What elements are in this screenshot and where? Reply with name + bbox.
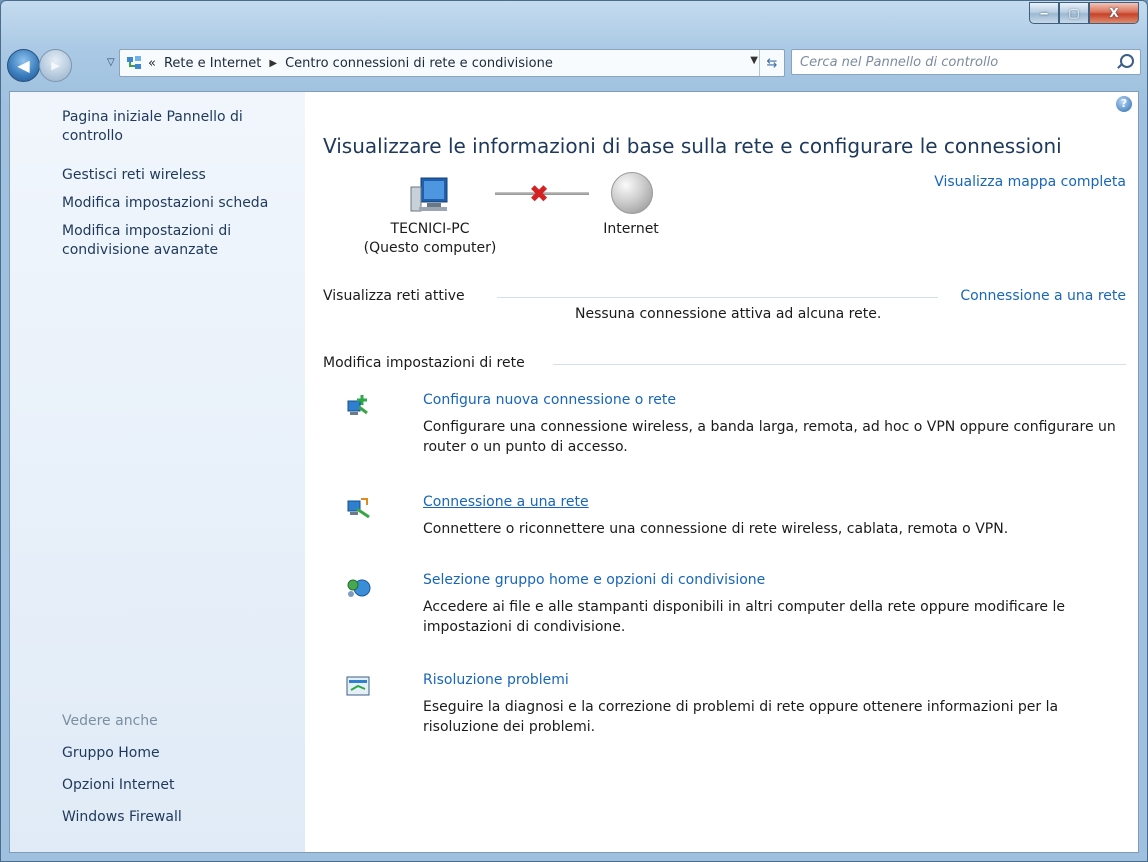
homegroup-sharing-description: Accedere ai file e alle stampanti dispon… <box>423 599 1065 635</box>
active-networks-heading: Visualizza reti attive <box>323 288 465 304</box>
connect-to-network-link[interactable]: Connessione a una rete <box>960 288 1126 304</box>
homegroup-sharing-link[interactable]: Selezione gruppo home e opzioni di condi… <box>423 572 765 588</box>
search-icon[interactable] <box>1120 54 1134 68</box>
minimize-icon: ‒ <box>1039 6 1049 20</box>
search-placeholder: Cerca nel Pannello di controllo <box>800 54 999 70</box>
sidebar: Pagina iniziale Pannello di controllo Ge… <box>10 92 305 852</box>
recent-pages-icon[interactable]: ▽ <box>107 57 115 68</box>
caption-buttons: ‒ ▢ X <box>1029 2 1139 24</box>
connect-network-description: Connettere o riconnettere una connession… <box>423 521 1009 537</box>
homegroup-icon <box>345 573 371 599</box>
sidebar-item-adapter-settings[interactable]: Modifica impostazioni scheda <box>62 194 292 213</box>
close-button[interactable]: X <box>1089 2 1139 24</box>
sidebar-home-link[interactable]: Pagina iniziale Pannello di controllo <box>62 108 292 146</box>
title-bar[interactable]: ‒ ▢ X <box>1 1 1147 43</box>
page-title: Visualizzare le informazioni di base sul… <box>323 134 1062 158</box>
search-input[interactable]: Cerca nel Pannello di controllo <box>791 49 1141 75</box>
computer-icon[interactable] <box>409 177 449 213</box>
forward-arrow-icon: ▶ <box>51 59 60 72</box>
breadcrumb-centro-connessioni[interactable]: Centro connessioni di rete e condivision… <box>285 56 553 71</box>
change-settings-divider <box>553 364 1126 365</box>
window: ‒ ▢ X ◀ ▶ ▽ « Rete e Internet ▶ Centro c… <box>0 0 1148 862</box>
minimize-button[interactable]: ‒ <box>1029 2 1059 24</box>
computer-node-label: TECNICI-PC (Questo computer) <box>355 220 505 258</box>
forward-button[interactable]: ▶ <box>39 49 72 82</box>
active-networks-divider <box>497 297 938 298</box>
computer-name: TECNICI-PC <box>390 221 470 237</box>
main-panel: ? Visualizzare le informazioni di base s… <box>305 92 1138 852</box>
address-row: ◀ ▶ ▽ « Rete e Internet ▶ Centro conness… <box>1 43 1147 91</box>
breadcrumb-rete-internet[interactable]: Rete e Internet <box>164 56 261 71</box>
breadcrumb-separator-icon[interactable]: ▶ <box>269 58 277 69</box>
setup-connection-link[interactable]: Configura nuova connessione o rete <box>423 392 676 408</box>
connect-network-link[interactable]: Connessione a una rete <box>423 494 589 510</box>
address-dropdown-icon[interactable]: ▼ <box>750 55 758 66</box>
maximize-button[interactable]: ▢ <box>1059 2 1089 24</box>
sidebar-item-windows-firewall[interactable]: Windows Firewall <box>62 808 292 827</box>
no-connection-message: Nessuna connessione attiva ad alcuna ret… <box>575 306 882 322</box>
connect-network-icon <box>345 495 371 521</box>
back-button[interactable]: ◀ <box>7 49 40 82</box>
new-connection-icon <box>345 393 371 419</box>
address-overflow[interactable]: « <box>148 56 156 71</box>
change-settings-heading: Modifica impostazioni di rete <box>323 355 525 371</box>
back-arrow-icon: ◀ <box>17 56 30 75</box>
disconnected-x-icon: ✖ <box>529 180 550 208</box>
network-center-icon <box>126 55 142 71</box>
close-icon: X <box>1109 6 1119 20</box>
troubleshoot-description: Eseguire la diagnosi e la correzione di … <box>423 699 1059 735</box>
sidebar-item-advanced-sharing[interactable]: Modifica impostazioni di condivisione av… <box>62 222 292 260</box>
refresh-icon[interactable]: ⇆ <box>759 50 784 76</box>
troubleshoot-link[interactable]: Risoluzione problemi <box>423 672 569 688</box>
view-full-map-link[interactable]: Visualizza mappa completa <box>934 174 1126 190</box>
help-icon[interactable]: ? <box>1116 96 1132 112</box>
maximize-icon: ▢ <box>1068 6 1080 20</box>
internet-globe-icon[interactable] <box>611 172 653 214</box>
setup-connection-description: Configurare una connessione wireless, a … <box>423 419 1116 455</box>
troubleshoot-icon <box>345 673 371 699</box>
address-bar[interactable]: « Rete e Internet ▶ Centro connessioni d… <box>119 49 785 77</box>
sidebar-item-manage-wireless[interactable]: Gestisci reti wireless <box>62 166 292 185</box>
see-also-heading: Vedere anche <box>62 713 158 729</box>
sidebar-item-internet-options[interactable]: Opzioni Internet <box>62 776 292 795</box>
internet-label: Internet <box>603 221 659 237</box>
sidebar-item-homegroup[interactable]: Gruppo Home <box>62 744 292 763</box>
computer-subtitle: (Questo computer) <box>363 240 497 256</box>
content-area: Pagina iniziale Pannello di controllo Ge… <box>9 91 1139 853</box>
